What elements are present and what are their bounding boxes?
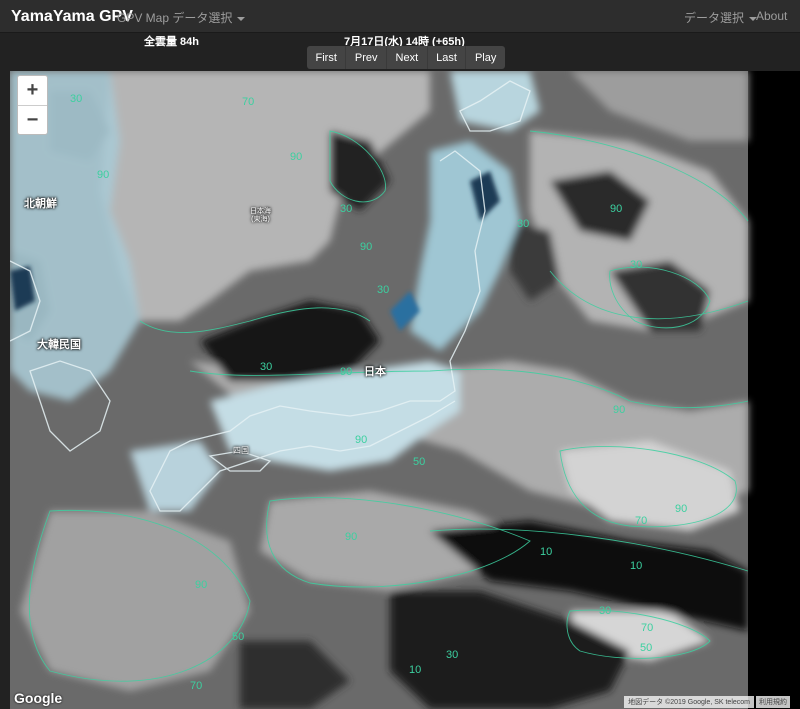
data-select-menu[interactable]: データ選択 <box>684 9 758 26</box>
contour-label: 30 <box>446 649 459 661</box>
contour-label: 70 <box>635 515 648 527</box>
contour-label: 10 <box>630 560 643 572</box>
contour-label: 30 <box>340 203 353 215</box>
about-link[interactable]: About <box>756 9 787 23</box>
gpv-map-menu[interactable]: GPV Map データ選択 <box>117 9 246 26</box>
label-shikoku: 四国 <box>233 446 249 455</box>
contour-label: 70 <box>242 96 255 108</box>
last-button[interactable]: Last <box>428 46 467 69</box>
contour-label: 30 <box>377 284 390 296</box>
label-sea-of-japan-name: 日本海 <box>250 208 271 215</box>
data-select-menu-label: データ選択 <box>684 11 745 25</box>
contour-label: 70 <box>641 622 654 634</box>
play-button[interactable]: Play <box>466 46 504 69</box>
contour-label: 50 <box>640 642 653 654</box>
contour-label: 90 <box>345 531 358 543</box>
contour-label: 10 <box>409 664 422 676</box>
contour-label: 30 <box>260 361 273 373</box>
terms-link[interactable]: 利用規約 <box>756 696 790 708</box>
label-east-sea: (東海) <box>251 216 270 223</box>
playback-controls: First Prev Next Last Play <box>307 46 505 69</box>
google-logo: Google <box>14 690 63 706</box>
gpv-map-menu-label: GPV Map データ選択 <box>117 11 233 25</box>
contour-label: 90 <box>613 404 626 416</box>
label-japan: 日本 <box>364 366 386 378</box>
contour-label: 70 <box>190 680 203 692</box>
zoom-out-button[interactable]: − <box>18 105 47 134</box>
zoom-control: + − <box>17 75 48 135</box>
map-attribution: 地図データ ©2019 Google, SK telecom <box>624 696 754 708</box>
contour-label: 90 <box>675 503 688 515</box>
contour-label: 30 <box>70 93 83 105</box>
contour-label: 90 <box>97 169 110 181</box>
contour-label: 30 <box>599 605 612 617</box>
label-north-korea: 北朝鮮 <box>24 198 57 210</box>
variable-label: 全雲量 84h <box>144 36 200 48</box>
label-south-korea: 大韓民国 <box>37 339 81 351</box>
contour-label: 30 <box>630 259 643 271</box>
contour-label: 10 <box>540 546 553 558</box>
next-button[interactable]: Next <box>387 46 428 69</box>
contour-label: 90 <box>195 579 208 591</box>
contour-label: 90 <box>340 366 353 378</box>
chevron-down-icon <box>237 16 246 21</box>
contour-label: 90 <box>355 434 368 446</box>
contour-label: 90 <box>290 151 303 163</box>
label-sea-of-japan: 日本海 (東海) <box>250 208 271 224</box>
sub-header: 全雲量 84h 7月17日(水) 14時 (+65h) First Prev N… <box>0 33 800 71</box>
contour-label: 50 <box>232 631 245 643</box>
zoom-in-button[interactable]: + <box>18 76 47 105</box>
contour-label: 90 <box>610 203 623 215</box>
contour-label: 50 <box>413 456 426 468</box>
contour-label: 90 <box>360 241 373 253</box>
navbar: YamaYama GPV GPV Map データ選択 データ選択 About <box>0 0 800 33</box>
contour-label: 30 <box>517 218 530 230</box>
cloud-cover-layer <box>10 71 800 709</box>
weather-map[interactable]: + − 北朝鮮 大韓民国 日本 日本海 (東海) 四国 30 90 70 90 … <box>10 71 800 709</box>
first-button[interactable]: First <box>307 46 347 69</box>
prev-button[interactable]: Prev <box>346 46 388 69</box>
brand-title[interactable]: YamaYama GPV <box>11 8 133 26</box>
